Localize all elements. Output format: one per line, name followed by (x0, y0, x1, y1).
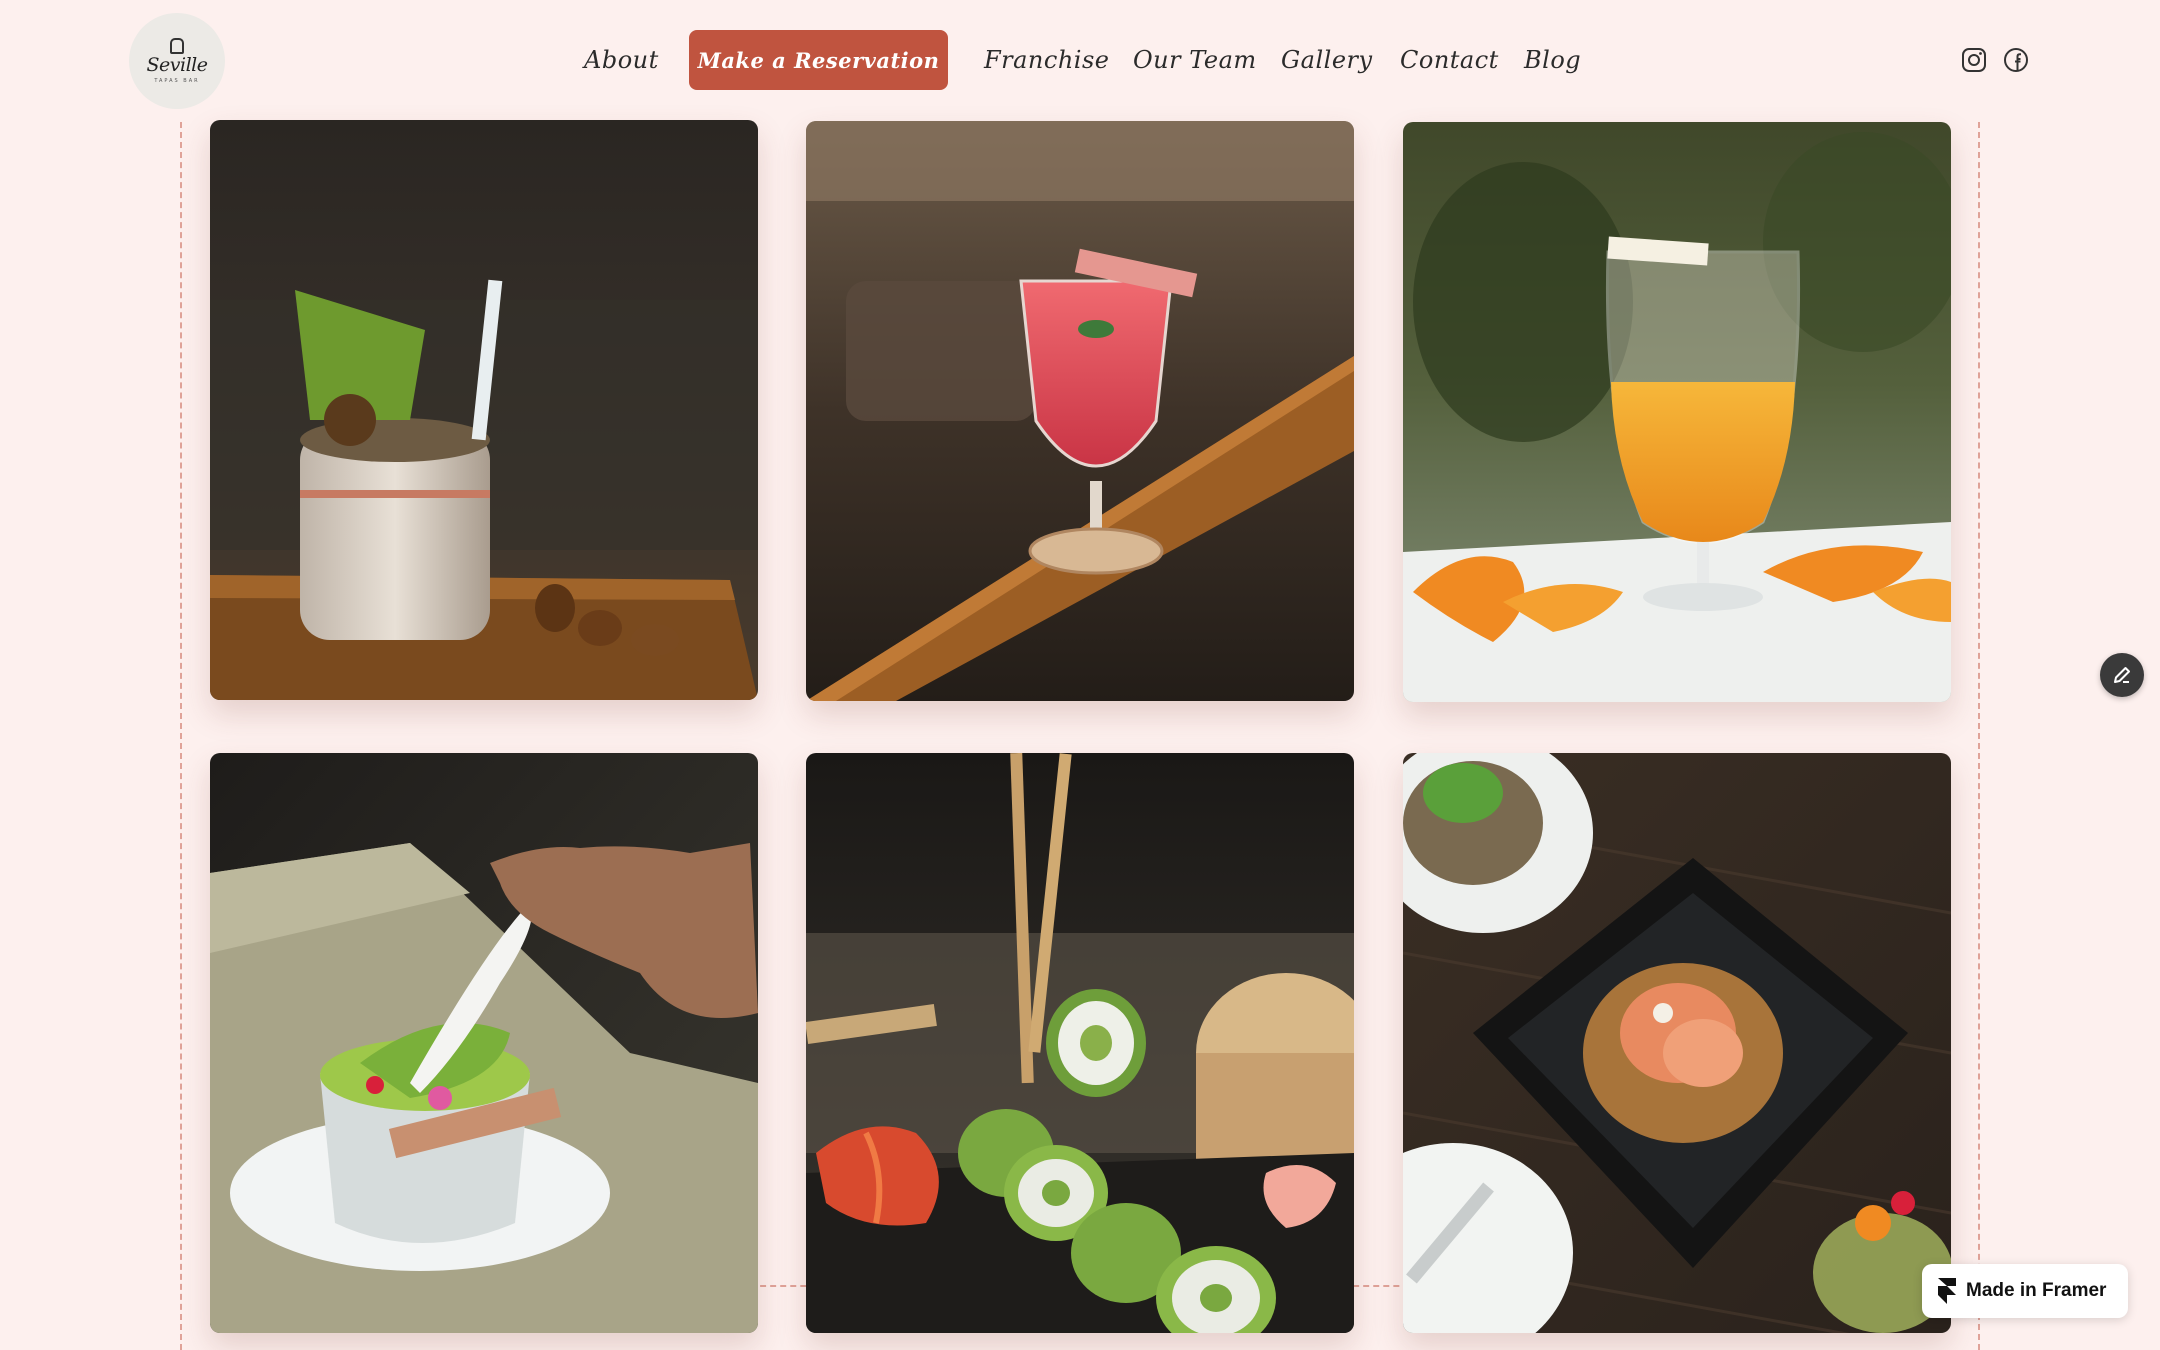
instagram-icon[interactable] (1960, 46, 1988, 74)
framer-logo-icon (1938, 1278, 1956, 1304)
gallery-photo-green-soup[interactable] (210, 753, 758, 1333)
nav-contact[interactable]: Contact (1400, 30, 1499, 90)
edit-pencil-button[interactable] (2100, 653, 2144, 697)
gallery-photo-shrimp-plate[interactable] (1403, 753, 1951, 1333)
layout-guide-right (1978, 122, 1980, 1350)
make-reservation-button[interactable]: Make a Reservation (689, 30, 948, 90)
made-in-framer-badge[interactable]: Made in Framer (1922, 1264, 2128, 1318)
main-nav: About Make a Reservation Franchise Our T… (0, 30, 2160, 90)
gallery-photo-cocktail-cup[interactable] (210, 120, 758, 700)
gallery-photo-sushi-rolls[interactable] (806, 753, 1354, 1333)
nav-about[interactable]: About (584, 30, 659, 90)
pencil-icon (2114, 667, 2130, 683)
gallery-photo-red-cocktail[interactable] (806, 121, 1354, 701)
nav-blog[interactable]: Blog (1524, 30, 1581, 90)
gallery-photo-orange-cocktail[interactable] (1403, 122, 1951, 702)
nav-gallery[interactable]: Gallery (1281, 30, 1373, 90)
site-header: Seville TAPAS BAR About Make a Reservati… (0, 0, 2160, 120)
nav-our-team[interactable]: Our Team (1133, 30, 1257, 90)
layout-guide-left (180, 122, 182, 1350)
badge-label: Made in Framer (1966, 1280, 2107, 1301)
facebook-icon[interactable] (2002, 46, 2030, 74)
nav-franchise[interactable]: Franchise (984, 30, 1109, 90)
